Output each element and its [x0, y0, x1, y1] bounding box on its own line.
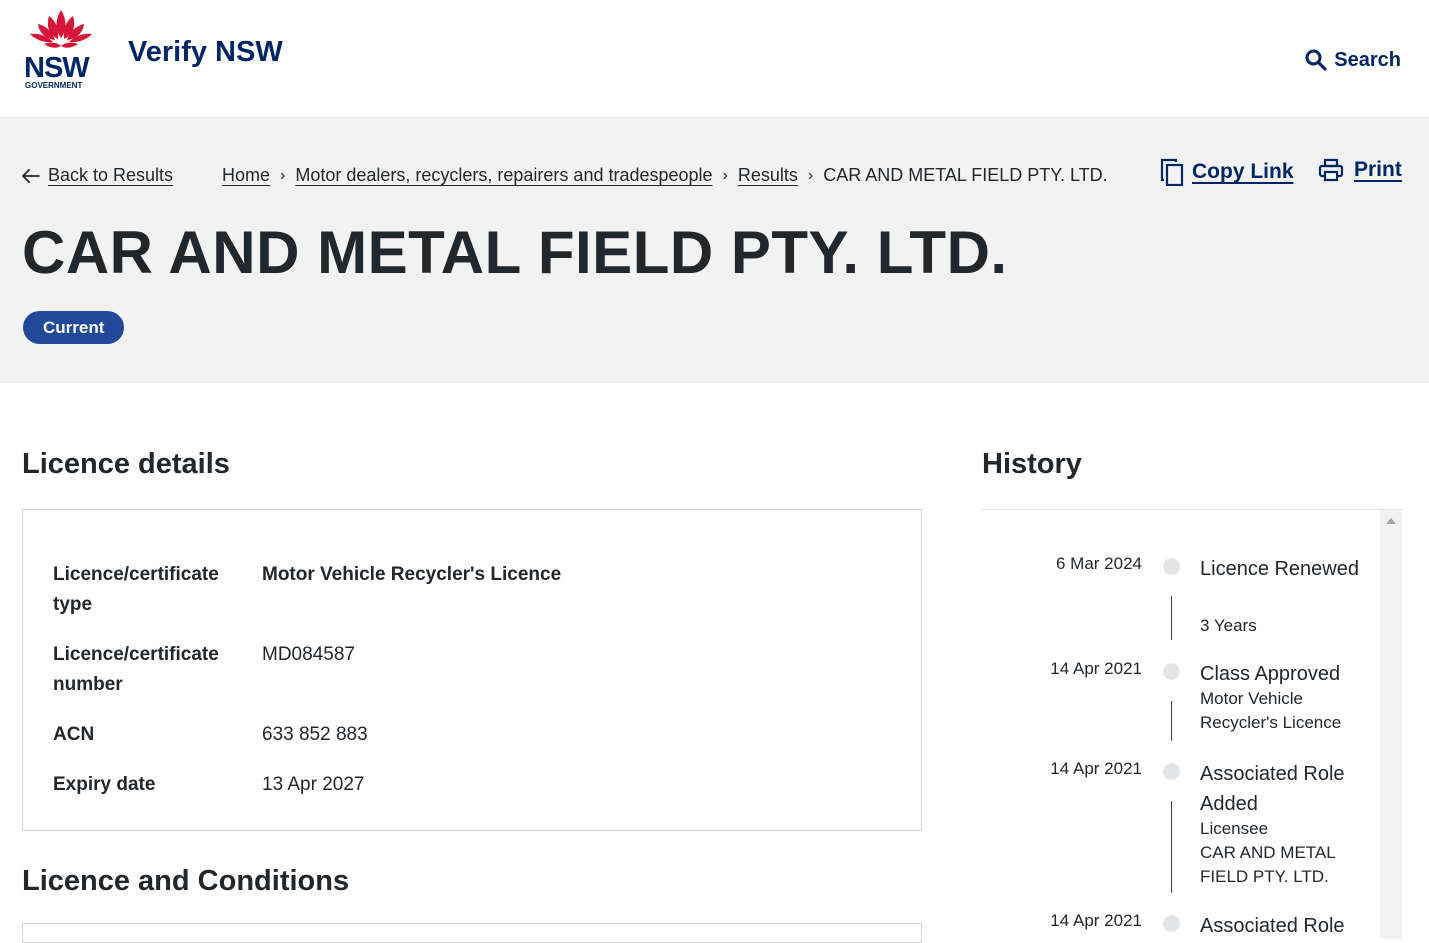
detail-value: 13 Apr 2027 — [262, 774, 365, 795]
history-title: Licence Renewed — [1200, 558, 1359, 580]
copy-icon — [1160, 158, 1184, 186]
timeline-dot-icon — [1163, 558, 1180, 575]
site-title[interactable]: Verify NSW — [128, 36, 283, 69]
logo-subtext: GOVERNMENT — [25, 81, 83, 90]
detail-label: ACN — [53, 724, 95, 745]
history-detail: 3 Years — [1200, 616, 1257, 635]
breadcrumb-current: CAR AND METAL FIELD PTY. LTD. — [823, 165, 1108, 185]
chevron-right-icon: › — [280, 166, 286, 184]
history-title: Associated Role Added — [1200, 763, 1345, 815]
timeline-dot-icon — [1163, 763, 1180, 780]
history-date: 6 Mar 2024 — [1056, 554, 1142, 573]
chevron-right-icon: › — [807, 166, 814, 184]
back-label: Back to Results — [48, 165, 174, 185]
page-hero: Back to Results Home › Motor dealers, re… — [0, 118, 1429, 383]
breadcrumb: Home › Motor dealers, recyclers, repaire… — [222, 165, 1108, 186]
history-timeline[interactable]: 6 Mar 2024 Licence Renewed 3 Years 14 Ap… — [982, 509, 1402, 939]
page-title: CAR AND METAL FIELD PTY. LTD. — [22, 219, 1008, 286]
print-button[interactable]: Print — [1318, 158, 1402, 182]
timeline-line — [1171, 701, 1172, 741]
detail-row-acn: ACN 633 852 883 — [53, 720, 368, 750]
history-heading: History — [982, 448, 1082, 480]
detail-value: Motor Vehicle Recycler's Licence — [262, 564, 562, 585]
scroll-up-icon[interactable] — [1386, 518, 1396, 524]
back-to-results-link[interactable]: Back to Results — [22, 165, 173, 186]
copy-link-button[interactable]: Copy Link — [1160, 158, 1294, 186]
status-badge: Current — [23, 311, 125, 344]
history-title: Associated Role — [1200, 915, 1345, 937]
detail-value: MD084587 — [262, 644, 355, 665]
chevron-right-icon: › — [722, 166, 728, 184]
timeline-line — [1171, 801, 1172, 893]
timeline-dot-icon — [1163, 663, 1180, 680]
history-date: 14 Apr 2021 — [1050, 659, 1142, 678]
search-button[interactable]: Search — [1304, 48, 1401, 72]
licence-conditions-card — [22, 923, 922, 943]
waratah-icon — [30, 10, 92, 48]
detail-row-type: Licence/certificate type Motor Vehicle R… — [53, 560, 561, 620]
breadcrumb-category[interactable]: Motor dealers, recyclers, repairers and … — [295, 165, 712, 186]
history-date: 14 Apr 2021 — [1050, 759, 1142, 778]
detail-row-expiry: Expiry date 13 Apr 2027 — [53, 770, 364, 800]
breadcrumb-results[interactable]: Results — [738, 165, 798, 186]
print-label: Print — [1354, 158, 1402, 181]
arrow-left-icon — [22, 168, 40, 183]
licence-details-heading: Licence details — [22, 448, 230, 480]
detail-label: Licence/certificate type — [53, 564, 219, 615]
history-date: 14 Apr 2021 — [1050, 911, 1142, 930]
search-icon — [1305, 49, 1327, 71]
logo-wordmark: NSW — [24, 52, 90, 84]
detail-row-number: Licence/certificate number MD084587 — [53, 640, 355, 700]
copy-link-label: Copy Link — [1192, 160, 1294, 183]
breadcrumb-home[interactable]: Home — [222, 165, 270, 186]
detail-label: Expiry date — [53, 774, 156, 795]
history-scrollbar[interactable] — [1380, 510, 1402, 939]
history-detail: CAR AND METAL FIELD PTY. LTD. — [1200, 843, 1336, 886]
timeline-dot-icon — [1163, 915, 1180, 932]
licence-details-card: Licence/certificate type Motor Vehicle R… — [22, 509, 922, 831]
printer-icon — [1318, 158, 1344, 182]
history-detail: Licensee — [1200, 819, 1269, 838]
site-header: NSW GOVERNMENT Verify NSW Search — [0, 0, 1429, 118]
history-title: Class Approved — [1200, 663, 1341, 685]
search-label: Search — [1334, 48, 1401, 71]
detail-value: 633 852 883 — [262, 724, 368, 745]
nsw-government-logo[interactable]: NSW GOVERNMENT — [22, 8, 100, 90]
history-detail: Motor Vehicle Recycler's Licence — [1200, 689, 1342, 732]
timeline-line — [1171, 596, 1172, 640]
licence-conditions-heading: Licence and Conditions — [22, 865, 350, 897]
detail-label: Licence/certificate number — [53, 644, 219, 695]
